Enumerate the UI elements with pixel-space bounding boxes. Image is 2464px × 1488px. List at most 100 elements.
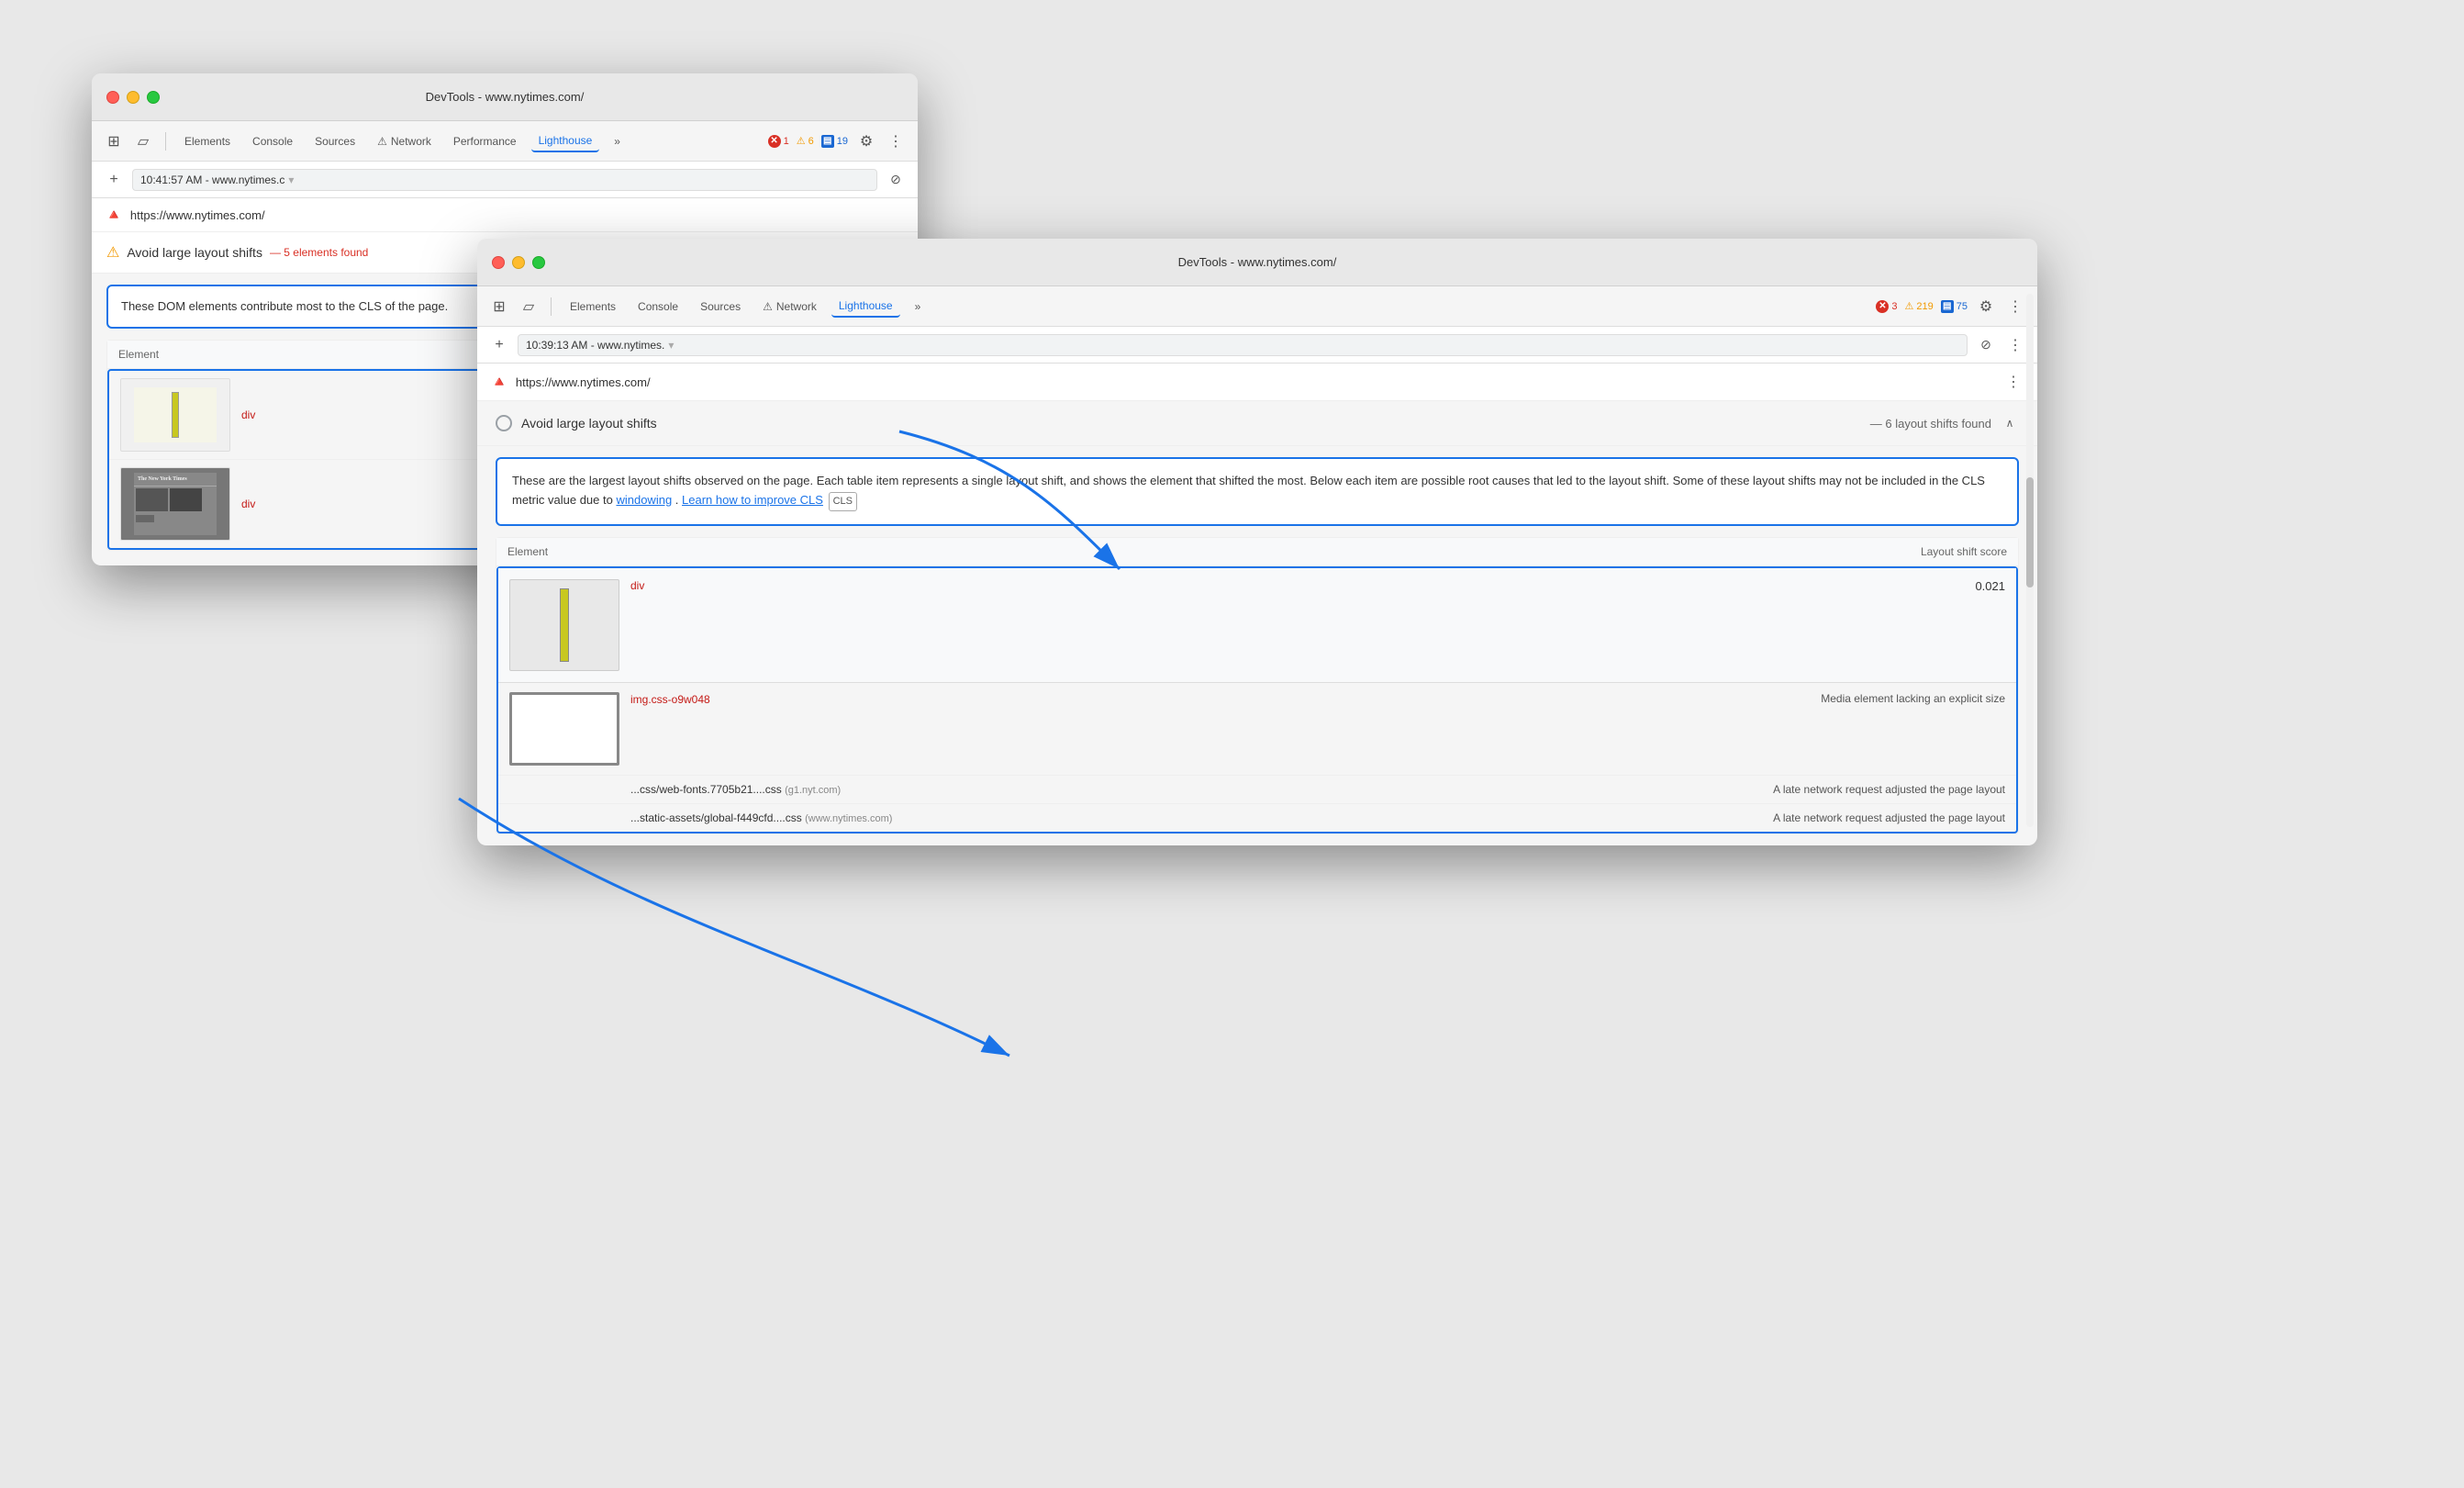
tab-console-front[interactable]: Console: [630, 296, 686, 317]
tab-network-back[interactable]: ⚠ Network: [370, 131, 439, 151]
close-button-back[interactable]: [106, 91, 119, 104]
info-icon-back: ▤: [821, 135, 834, 148]
etf-network-desc-1: A late network request adjusted the page…: [1773, 783, 2005, 796]
tab-network-front[interactable]: ⚠ Network: [755, 296, 824, 317]
audit-circle-front: [496, 415, 512, 431]
cls-badge: CLS: [829, 492, 857, 512]
titlebar-text-back: DevTools - www.nytimes.com/: [426, 90, 585, 104]
url-bar-front: + 10:39:13 AM - www.nytimes. ▾ ⊘ ⋮: [477, 327, 2037, 364]
error-icon-front: ✕: [1876, 300, 1889, 313]
toolbar-back: ⊞ ▱ Elements Console Sources ⚠ Network P…: [92, 121, 918, 162]
nyt-img-2: [170, 488, 202, 511]
etf-network-domain-2: (www.nytimes.com): [805, 813, 892, 824]
expand-btn-front[interactable]: ∧: [2001, 414, 2019, 432]
warning-icon-front: ⚠: [1905, 300, 1914, 312]
tab-more-back[interactable]: »: [607, 131, 628, 151]
site-favicon-back: 🔺: [105, 206, 123, 224]
error-badge-back: ✕ 1: [768, 135, 789, 148]
more-icon-front[interactable]: ⋮: [2004, 296, 2026, 318]
add-tab-icon-front[interactable]: +: [488, 334, 510, 356]
etf-network-label-2: ...static-assets/global-f449cfd....css (…: [630, 811, 1762, 824]
site-favicon-front: 🔺: [490, 373, 508, 391]
site-url-bar-front: 🔺 https://www.nytimes.com/ ⋮: [477, 364, 2037, 401]
etf-rows: div 0.021 img.css-o9w048 Media element l…: [496, 566, 2018, 834]
minimize-button-back[interactable]: [127, 91, 139, 104]
tab-performance-back[interactable]: Performance: [446, 131, 524, 151]
element-thumb-1: [120, 378, 230, 452]
site-url-text-front: https://www.nytimes.com/: [516, 375, 1995, 389]
audit-title-back: Avoid large layout shifts: [127, 245, 262, 260]
audit-meta-front: — 6 layout shifts found: [1870, 417, 1991, 431]
etf-main-row: div 0.021: [498, 568, 2016, 683]
url-display-back[interactable]: 10:41:57 AM - www.nytimes.c ▾: [132, 169, 877, 191]
nyt-img-1: [136, 488, 168, 511]
minimize-button-front[interactable]: [512, 256, 525, 269]
more-icon-back[interactable]: ⋮: [885, 130, 907, 152]
tab-lighthouse-front[interactable]: Lighthouse: [831, 296, 900, 318]
warning-icon-back: ⚠: [797, 135, 806, 147]
audit-warning-icon-back: ⚠: [106, 243, 119, 262]
element-table-front: Element Layout shift score div 0.021: [496, 537, 2019, 834]
warning-badge-back: ⚠ 6: [797, 135, 814, 147]
tab-lighthouse-back[interactable]: Lighthouse: [531, 130, 600, 152]
tab-elements-back[interactable]: Elements: [177, 131, 238, 151]
titlebar-back: DevTools - www.nytimes.com/: [92, 73, 918, 121]
error-badge-front: ✕ 3: [1876, 300, 1897, 313]
etf-sub-row: img.css-o9w048 Media element lacking an …: [498, 683, 2016, 776]
url-display-front[interactable]: 10:39:13 AM - www.nytimes. ▾: [518, 334, 1968, 356]
audit-row-front: Avoid large layout shifts — 6 layout shi…: [477, 401, 2037, 446]
etf-main-tag: div: [630, 579, 1964, 592]
etf-network-row-1: ...css/web-fonts.7705b21....css (g1.nyt.…: [498, 776, 2016, 804]
tab-sources-back[interactable]: Sources: [307, 131, 362, 151]
etf-network-row-2: ...static-assets/global-f449cfd....css (…: [498, 804, 2016, 832]
devtools-device-icon-front[interactable]: ▱: [518, 296, 540, 318]
traffic-lights-back: [106, 91, 160, 104]
error-icon-back: ✕: [768, 135, 781, 148]
devtools-inspect-icon-front[interactable]: ⊞: [488, 296, 510, 318]
tab-sources-front[interactable]: Sources: [693, 296, 748, 317]
site-more-icon-front[interactable]: ⋮: [2002, 371, 2024, 393]
etf-sub-desc: Media element lacking an explicit size: [1821, 692, 2005, 705]
etf-sub-tag: img.css-o9w048: [630, 693, 710, 706]
devtools-window-front: DevTools - www.nytimes.com/ ⊞ ▱ Elements…: [477, 239, 2037, 845]
url-dropdown-icon[interactable]: ▾: [288, 173, 294, 186]
front-thumb-bar: [560, 588, 569, 662]
nyt-header: The New York Times: [134, 473, 217, 487]
stop-icon-back[interactable]: ⊘: [885, 169, 907, 191]
etf-header-score: Layout shift score: [1921, 545, 2007, 558]
devtools-inspect-icon[interactable]: ⊞: [103, 130, 125, 152]
site-url-bar-back: 🔺 https://www.nytimes.com/: [92, 198, 918, 232]
description-box-front: These are the largest layout shifts obse…: [496, 457, 2019, 526]
titlebar-front: DevTools - www.nytimes.com/: [477, 239, 2037, 286]
nyt-content: [134, 487, 217, 524]
maximize-button-front[interactable]: [532, 256, 545, 269]
newspaper-thumb: The New York Times: [134, 473, 217, 535]
titlebar-text-front: DevTools - www.nytimes.com/: [1178, 255, 1337, 269]
scrollbar-front[interactable]: [2026, 294, 2034, 827]
thumb-image-1: [134, 387, 217, 442]
close-button-front[interactable]: [492, 256, 505, 269]
url-dropdown-icon-front[interactable]: ▾: [668, 339, 674, 352]
settings-icon-front[interactable]: ⚙: [1975, 296, 1997, 318]
tab-elements-front[interactable]: Elements: [563, 296, 623, 317]
more-url-icon-front[interactable]: ⋮: [2004, 334, 2026, 356]
tab-console-back[interactable]: Console: [245, 131, 300, 151]
maximize-button-back[interactable]: [147, 91, 160, 104]
settings-icon-back[interactable]: ⚙: [855, 130, 877, 152]
improve-cls-link[interactable]: Learn how to improve CLS: [682, 493, 823, 507]
element-tag-2: div: [241, 498, 255, 510]
info-icon-front: ▤: [1941, 300, 1954, 313]
windowing-link[interactable]: windowing: [616, 493, 672, 507]
etf-main-info: div: [630, 579, 1964, 592]
network-warn-icon: ⚠: [377, 135, 387, 148]
stop-icon-front[interactable]: ⊘: [1975, 334, 1997, 356]
add-tab-icon-back[interactable]: +: [103, 169, 125, 191]
site-url-text-back: https://www.nytimes.com/: [130, 208, 265, 222]
scrollbar-thumb-front[interactable]: [2026, 477, 2034, 587]
url-bar-back: + 10:41:57 AM - www.nytimes.c ▾ ⊘: [92, 162, 918, 198]
etf-thumb-main: [509, 579, 619, 671]
tab-more-front[interactable]: »: [908, 296, 929, 317]
toolbar-separator-front-1: [551, 297, 552, 316]
toolbar-separator-1: [165, 132, 166, 151]
devtools-device-icon[interactable]: ▱: [132, 130, 154, 152]
